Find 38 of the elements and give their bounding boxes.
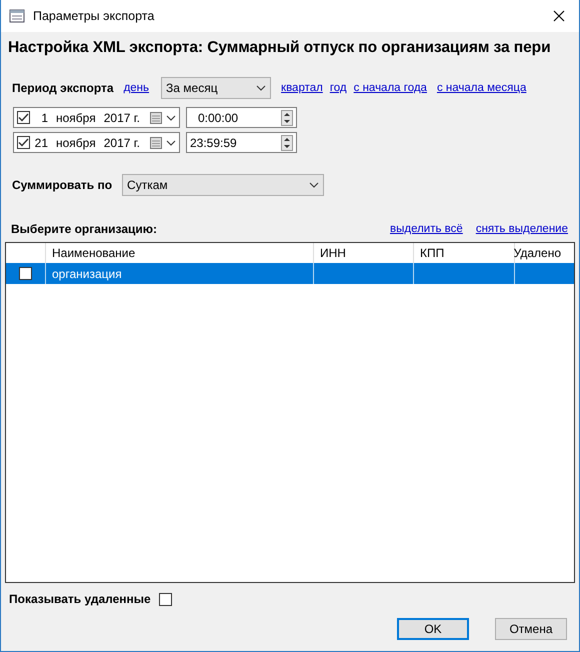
date-checkbox[interactable] xyxy=(17,136,30,150)
dialog-heading: Настройка XML экспорта: Суммарный отпуск по организациям за пери xyxy=(7,38,552,58)
calendar-icon[interactable] xyxy=(150,112,162,124)
date-picker[interactable]: 21 ноября 2017 г. xyxy=(13,132,180,154)
caret-icon xyxy=(309,182,320,188)
spinner-icon[interactable] xyxy=(281,110,293,126)
calendar-icon[interactable] xyxy=(150,136,162,149)
period-link[interactable]: день xyxy=(124,80,150,98)
org-link[interactable]: снять выделение xyxy=(476,220,568,238)
period-select[interactable]: За месяц xyxy=(161,77,272,100)
window-title: Параметры экспорта xyxy=(33,8,154,25)
close-icon[interactable] xyxy=(553,10,565,22)
window-icon xyxy=(9,8,25,24)
table-cell: организация xyxy=(46,263,314,284)
show-deleted-checkbox[interactable] xyxy=(158,592,172,606)
column-header[interactable]: Удалено xyxy=(515,243,567,264)
time-field[interactable]: 0:00:00 xyxy=(186,107,297,128)
period-link[interactable]: с начала месяца xyxy=(436,80,526,98)
row-checkbox[interactable] xyxy=(19,267,32,280)
dialog-button[interactable]: OK xyxy=(397,618,469,640)
period-link[interactable]: год xyxy=(330,80,347,98)
spinner-icon[interactable] xyxy=(281,134,293,151)
table-row[interactable]: организация xyxy=(6,263,574,284)
time-field[interactable]: 23:59:59 xyxy=(186,132,297,154)
org-label: Выберите организацию: xyxy=(11,221,158,238)
caret-icon xyxy=(256,85,266,92)
period-link[interactable]: квартал xyxy=(281,80,323,98)
period-link[interactable]: с начала года xyxy=(354,80,427,98)
period-label: Период экспорта xyxy=(12,80,114,98)
sum-select[interactable]: Суткам xyxy=(122,174,324,196)
sum-label: Суммировать по xyxy=(12,177,112,194)
show-deleted-label: Показывать удаленные xyxy=(9,591,151,608)
dialog-button[interactable]: Отмена xyxy=(495,618,567,640)
caret-icon xyxy=(166,114,176,121)
caret-icon xyxy=(166,140,176,146)
date-checkbox[interactable] xyxy=(17,111,30,124)
org-link[interactable]: выделить всё xyxy=(390,220,463,238)
date-picker[interactable]: 1 ноября 2017 г. xyxy=(13,107,180,128)
